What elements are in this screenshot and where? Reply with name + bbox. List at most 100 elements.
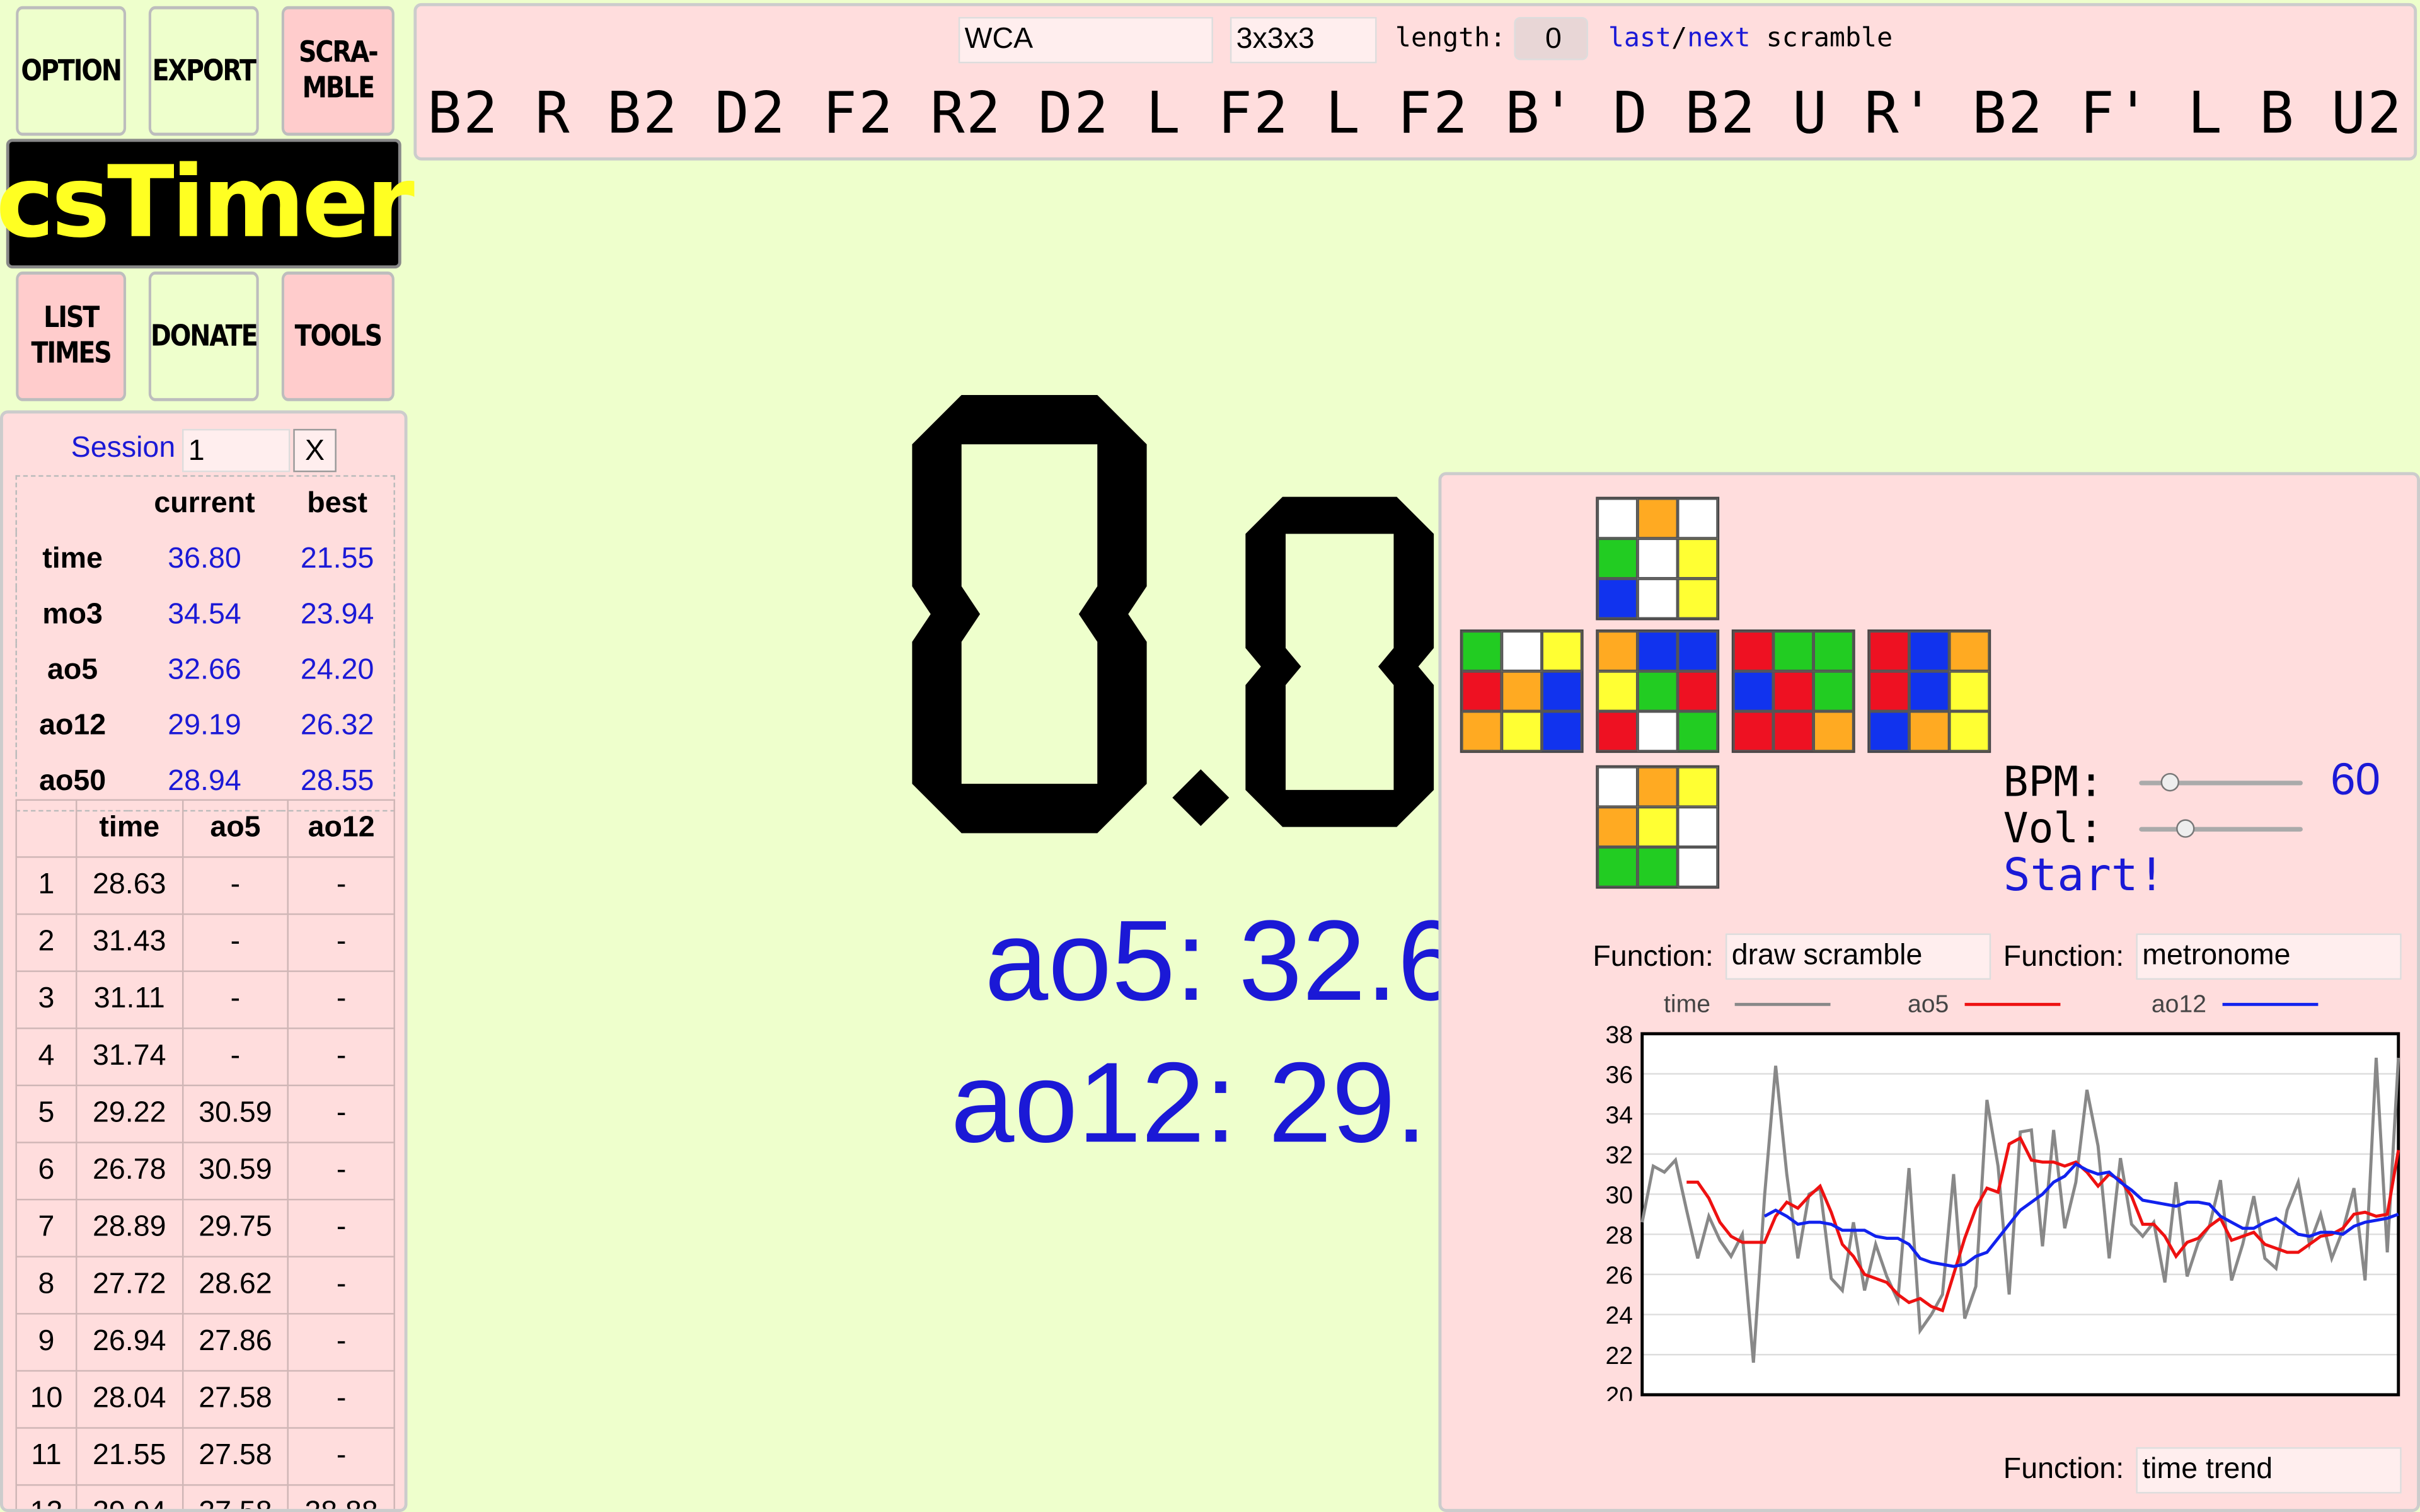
cube-sticker [1813,711,1854,752]
legend-label-time: time [1664,991,1710,1018]
scramble-type-select[interactable]: WCA [958,16,1213,64]
solve-ao12: - [287,1142,395,1201]
cube-sticker [1597,767,1638,807]
function-select-2[interactable]: metronome [2136,933,2402,980]
times-row[interactable]: 2 31.43- - [15,913,395,972]
cube-sticker [1637,671,1678,711]
cube-sticker [1637,631,1678,672]
last-scramble-link[interactable]: last [1608,23,1671,54]
times-row[interactable]: 6 26.78 30.59- [15,1142,395,1201]
cube-sticker [1678,767,1718,807]
stats-table: current best time 36.80 21.55 mo3 34.54 23.9… [15,475,395,812]
bpm-slider[interactable] [2139,772,2303,792]
solve-index: 8 [15,1256,78,1315]
solve-time[interactable]: 26.78 [76,1142,183,1201]
function-select-1[interactable]: draw scramble [1725,933,1991,980]
cube-sticker [1637,498,1678,539]
vol-slider[interactable] [2139,819,2303,838]
solve-ao12: - [287,913,395,972]
cube-sticker [1678,578,1718,619]
times-row[interactable]: 1229.9427.5828.88 [15,1484,395,1509]
y-tick-label: 26 [1605,1263,1633,1290]
solve-time[interactable]: 31.11 [76,970,183,1029]
session-label: Session [71,432,176,465]
cube-sticker [1597,847,1638,888]
solve-time[interactable]: 29.22 [76,1084,183,1143]
solve-time[interactable]: 26.94 [76,1313,183,1372]
times-row[interactable]: 9 26.94 27.86- [15,1313,395,1372]
vol-slider-thumb[interactable] [2175,819,2194,838]
cube-sticker [1733,671,1773,711]
solve-time[interactable]: 28.89 [76,1198,183,1257]
stat-current[interactable]: 29.19 [128,699,281,754]
session-select[interactable]: 1 [182,428,291,472]
ao12-display: ao12: 29. [950,1038,1427,1167]
list-times-button[interactable]: LIST TIMES [16,272,127,401]
solve-time[interactable]: 31.74 [76,1028,183,1087]
cube-sticker [1949,631,1990,672]
function-label-2: Function: [2003,941,2124,974]
stat-best[interactable]: 26.32 [281,699,395,754]
length-input[interactable]: 0 [1514,16,1589,60]
cube-sticker [1773,631,1814,672]
times-header-ao12: ao12 [287,799,395,858]
stat-best[interactable]: 23.94 [281,588,395,643]
solve-time[interactable]: 28.63 [76,856,183,915]
cube-sticker [1678,711,1718,752]
stat-best[interactable]: 21.55 [281,532,395,588]
solve-time[interactable]: 29.94 [76,1484,183,1509]
function-select-3[interactable]: time trend [2136,1447,2402,1494]
y-tick-label: 34 [1605,1102,1633,1129]
scramble-button[interactable]: SCRA- MBLE [281,6,395,136]
cube-sticker [1949,711,1990,752]
stat-best[interactable]: 24.20 [281,643,395,699]
donate-button[interactable]: DONATE [148,272,259,401]
cube-sticker [1541,711,1582,752]
option-button[interactable]: OPTION [16,6,127,136]
puzzle-select[interactable]: 3x3x3 [1230,16,1377,64]
times-row[interactable]: 5 29.22 30.59- [15,1084,395,1143]
solve-ao5: - [182,970,289,1029]
timer-display[interactable] [903,386,1459,849]
next-scramble-link[interactable]: next [1687,23,1750,54]
cstimer-logo: csTimer [0,139,415,269]
ao5-display: ao5: 32.6 [984,896,1461,1025]
export-button[interactable]: EXPORT [148,6,259,136]
stat-current[interactable]: 32.66 [128,643,281,699]
metronome-start-button[interactable]: Start! [2003,849,2165,901]
scramble-word: scramble [1766,23,1893,54]
cube-sticker [1597,671,1638,711]
times-row[interactable]: 10 28.04 27.58- [15,1370,395,1429]
cube-sticker [1501,631,1542,672]
times-row[interactable]: 3 31.11- - [15,970,395,1029]
cube-sticker [1637,847,1678,888]
solve-time[interactable]: 27.72 [76,1256,183,1315]
solve-time[interactable]: 31.43 [76,913,183,972]
stats-row-mo3: mo3 34.54 23.94 [16,588,395,643]
times-row[interactable]: 1 28.63- - [15,856,395,915]
stat-current[interactable]: 34.54 [128,588,281,643]
solve-time[interactable]: 21.55 [76,1427,183,1486]
solve-ao12: - [287,1313,395,1372]
cube-sticker [1637,538,1678,579]
solve-time[interactable]: 28.04 [76,1370,183,1429]
solve-ao12: - [287,1370,395,1429]
solve-index: 10 [15,1370,78,1429]
times-row[interactable]: 7 28.89 29.75- [15,1198,395,1257]
solve-ao12: - [287,970,395,1029]
stat-current[interactable]: 36.80 [128,532,281,588]
solve-ao12: - [287,1198,395,1257]
times-row[interactable]: 11 21.55 27.58- [15,1427,395,1486]
solve-ao5: 27.86 [182,1313,289,1372]
delete-session-button[interactable]: X [293,428,337,472]
bpm-slider-thumb[interactable] [2160,772,2180,792]
stat-name: ao12 [39,709,107,742]
tools-button[interactable]: TOOLS [281,272,395,401]
times-row[interactable]: 8 27.72 28.62- [15,1256,395,1315]
y-tick-label: 36 [1605,1062,1633,1089]
stats-header-best: best [307,487,367,520]
function-label-3: Function: [2003,1453,2124,1486]
solve-ao5: 27.58 [182,1427,289,1486]
times-row[interactable]: 4 31.74- - [15,1028,395,1087]
cube-sticker [1501,671,1542,711]
